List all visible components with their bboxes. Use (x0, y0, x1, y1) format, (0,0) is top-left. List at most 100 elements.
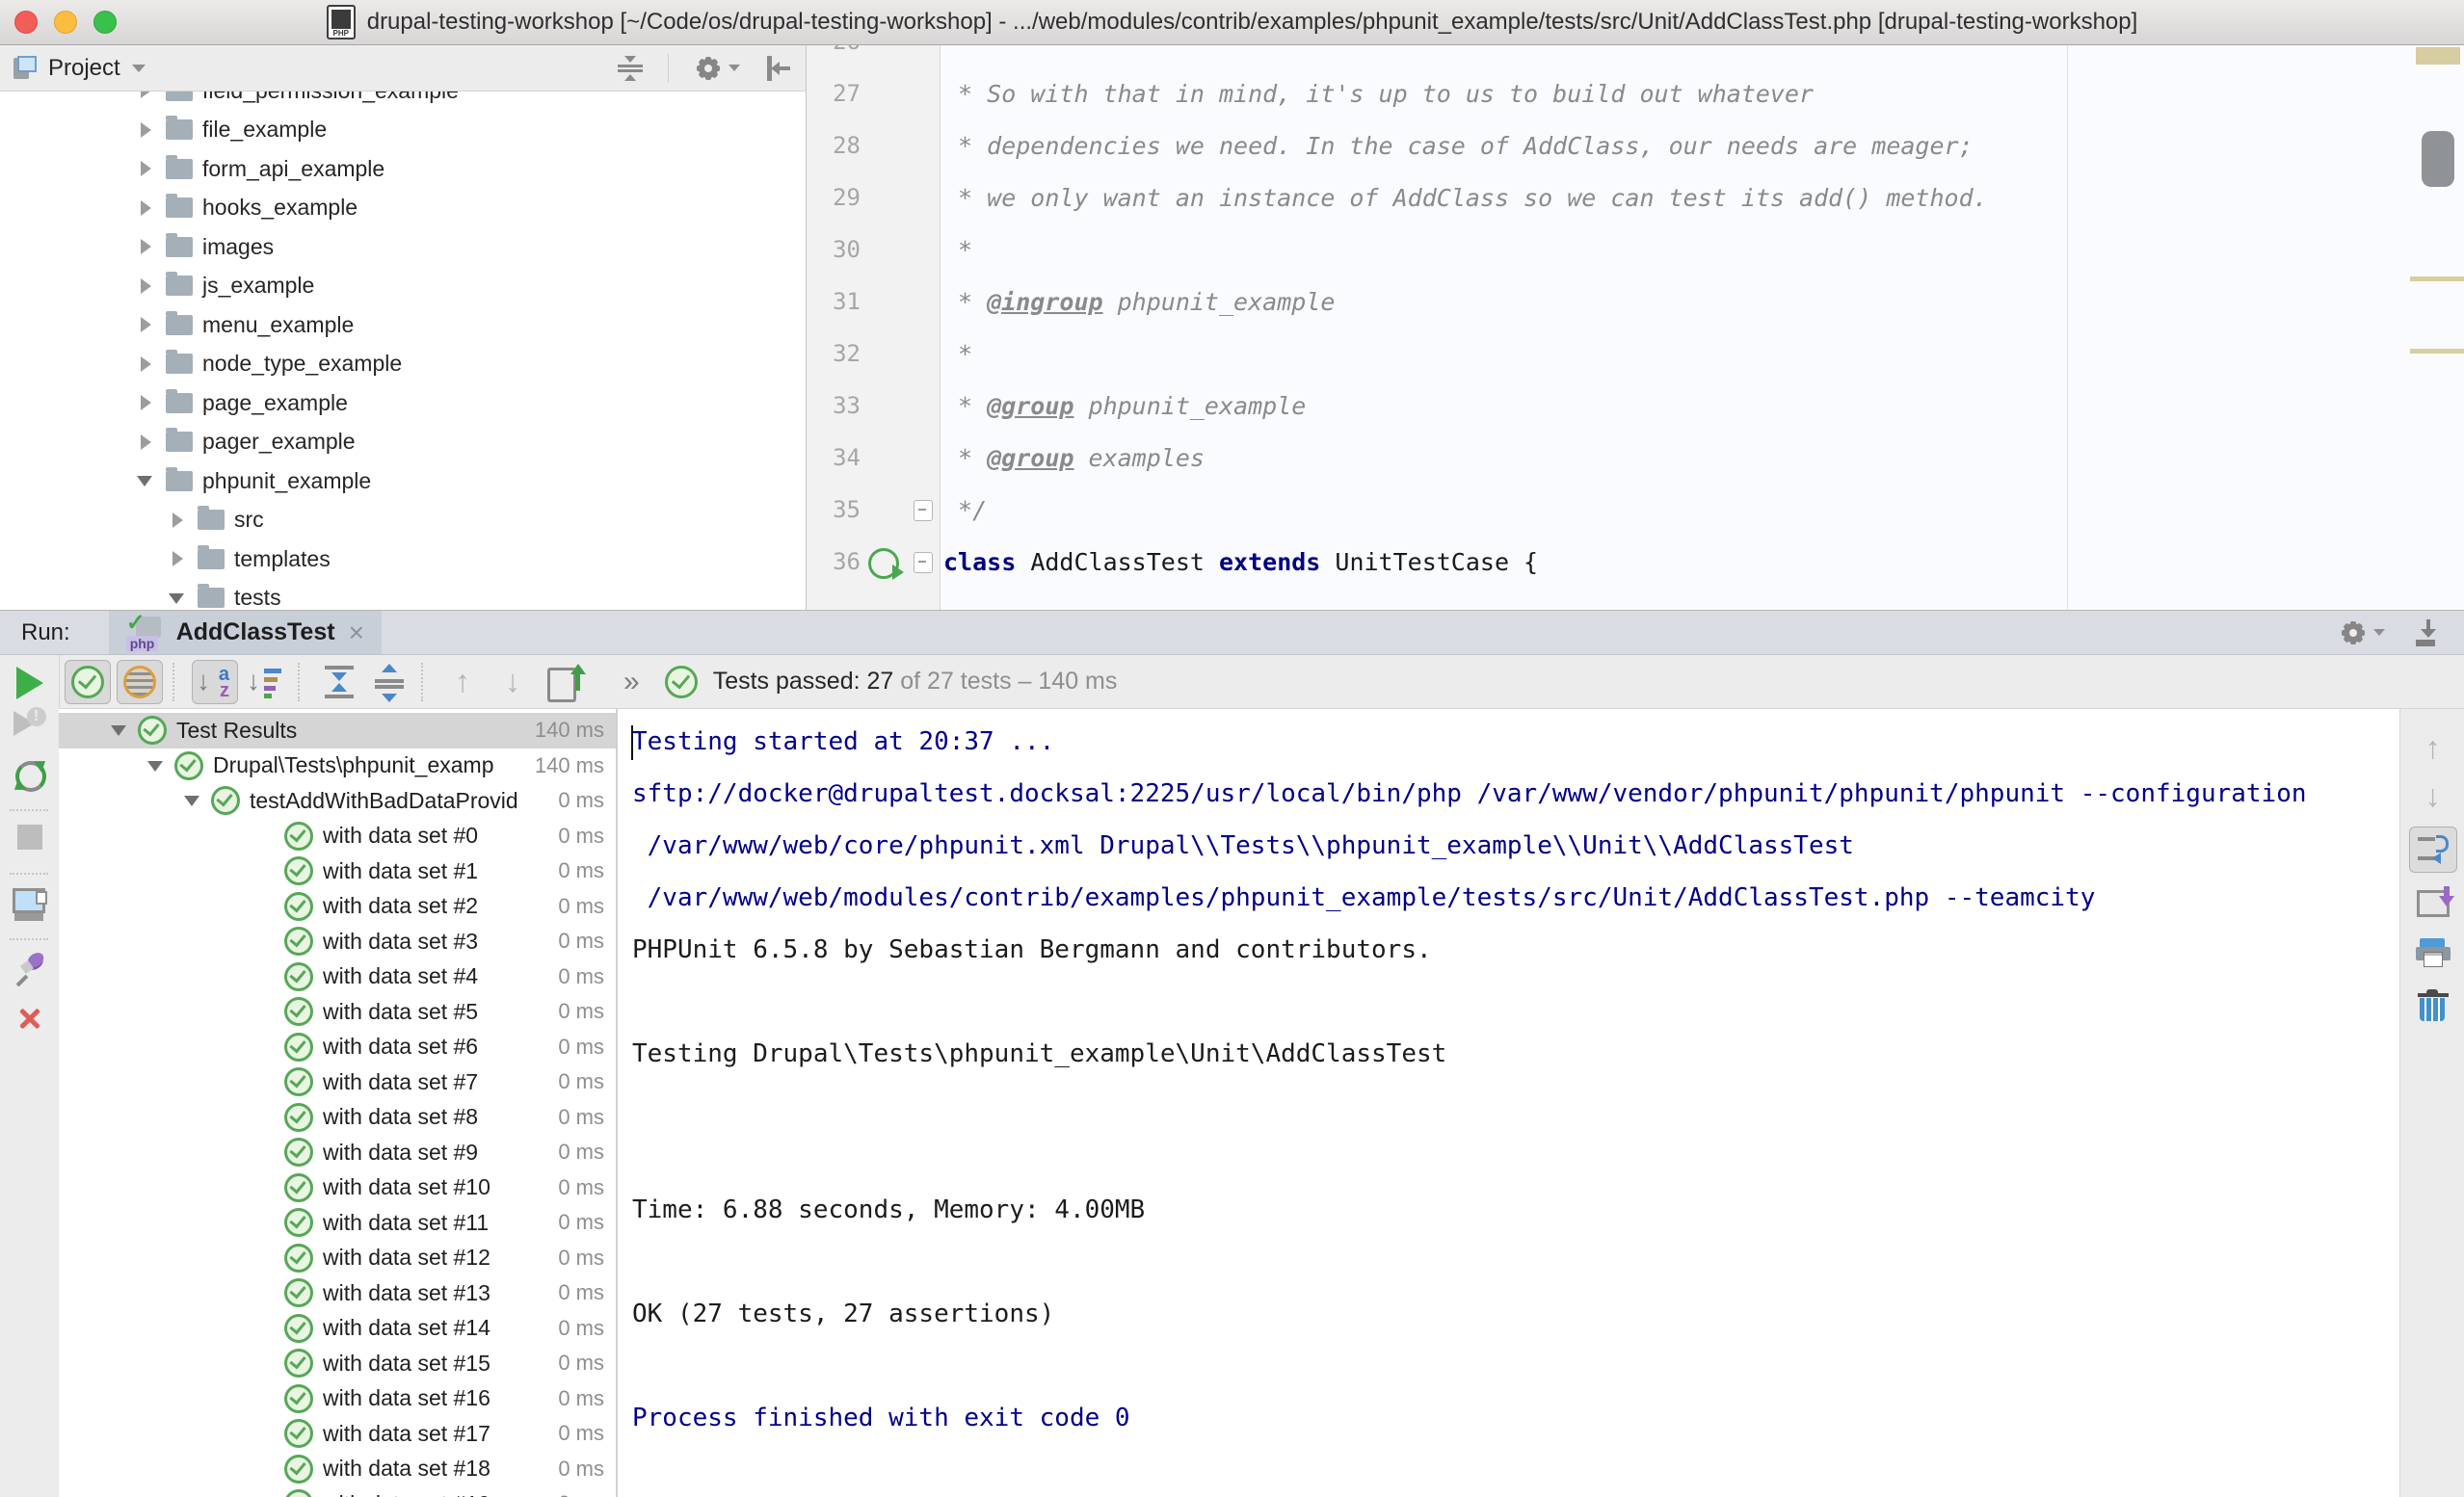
tree-arrow-icon[interactable] (167, 510, 188, 531)
tree-arrow-icon[interactable] (135, 119, 156, 141)
project-panel-header[interactable]: Project (0, 45, 806, 92)
rerun-button[interactable] (0, 667, 59, 699)
tree-arrow-icon[interactable] (135, 392, 156, 413)
test-passed-icon (174, 751, 203, 780)
test-duration: 0 ms (558, 964, 616, 989)
test-tree-row[interactable]: with data set #13 0 ms (59, 1275, 616, 1311)
zoom-window-button[interactable] (93, 11, 117, 34)
run-settings-button[interactable] (2339, 618, 2385, 647)
dock-pinned-button[interactable] (2414, 619, 2443, 646)
test-console-output[interactable]: Testing started at 20:37 ... sftp://dock… (616, 709, 2401, 1497)
close-tab-icon[interactable]: × (349, 617, 364, 648)
tree-arrow-icon[interactable] (109, 720, 130, 741)
tree-arrow-icon[interactable] (135, 158, 156, 179)
clear-all-button[interactable] (2400, 990, 2464, 1023)
project-tree[interactable]: field_permission_example file_example fo… (0, 92, 806, 610)
test-tree-row[interactable]: with data set #5 0 ms (59, 994, 616, 1030)
fold-marker-icon[interactable] (914, 552, 933, 573)
next-occurrence-button[interactable]: ↓ (2400, 778, 2464, 814)
hide-panel-button[interactable] (765, 56, 792, 81)
tree-arrow-icon[interactable] (135, 236, 156, 257)
test-tree-row[interactable]: with data set #16 0 ms (59, 1381, 616, 1417)
code-editor[interactable]: 26 27 * So with that in mind, it's up to… (807, 45, 2464, 610)
run-tab-addclasstest[interactable]: ✓ php AddClassTest × (109, 611, 382, 654)
project-tree-row[interactable]: phpunit_example (0, 461, 806, 501)
project-tree-row[interactable]: field_permission_example (0, 92, 806, 111)
show-ignored-button[interactable] (117, 660, 163, 704)
tree-arrow-icon[interactable] (135, 197, 156, 219)
test-tree-row[interactable]: with data set #4 0 ms (59, 959, 616, 995)
next-failed-test-button[interactable]: ↓ (490, 661, 535, 703)
prev-occurrence-button[interactable]: ↑ (2400, 730, 2464, 766)
project-tree-row[interactable]: file_example (0, 111, 806, 150)
more-actions-chevron[interactable]: » (623, 666, 640, 698)
toggle-auto-test-button[interactable] (0, 759, 59, 792)
project-tree-row[interactable]: page_example (0, 383, 806, 423)
project-tree-row[interactable]: menu_example (0, 305, 806, 345)
test-tree-row[interactable]: with data set #0 0 ms (59, 819, 616, 854)
test-tree-row[interactable]: with data set #2 0 ms (59, 889, 616, 925)
test-tree-row[interactable]: with data set #11 0 ms (59, 1205, 616, 1241)
minimize-window-button[interactable] (54, 11, 77, 34)
stop-button[interactable] (0, 825, 59, 850)
collapse-all-button[interactable] (367, 661, 411, 703)
run-test-gutter-icon[interactable] (868, 548, 899, 579)
test-tree-row[interactable]: with data set #7 0 ms (59, 1064, 616, 1100)
tree-arrow-icon[interactable] (182, 790, 203, 811)
test-tree-row[interactable]: with data set #9 0 ms (59, 1135, 616, 1170)
expand-all-button[interactable] (317, 661, 361, 703)
test-tree-row[interactable]: with data set #15 0 ms (59, 1346, 616, 1381)
test-tree-row[interactable]: with data set #17 0 ms (59, 1416, 616, 1452)
tree-arrow-icon[interactable] (167, 548, 188, 569)
sort-by-duration-button[interactable] (244, 661, 288, 703)
scroll-to-end-button[interactable] (2400, 886, 2464, 917)
show-statistics-button[interactable] (0, 888, 59, 921)
project-tree-row[interactable]: images (0, 227, 806, 267)
test-tree-row[interactable]: with data set #1 0 ms (59, 854, 616, 889)
tree-arrow-icon[interactable] (135, 276, 156, 297)
test-tree-row[interactable]: with data set #8 0 ms (59, 1100, 616, 1136)
project-tree-row[interactable]: node_type_example (0, 345, 806, 384)
tree-arrow-icon[interactable] (167, 588, 188, 609)
test-tree-row[interactable]: with data set #14 0 ms (59, 1311, 616, 1347)
close-run-panel-button[interactable] (0, 1004, 59, 1033)
test-tree-row[interactable]: testAddWithBadDataProvid 0 ms (59, 783, 616, 819)
previous-failed-test-button[interactable]: ↑ (440, 661, 485, 703)
fold-marker-icon[interactable] (914, 500, 933, 521)
tree-arrow-icon[interactable] (135, 92, 156, 101)
tree-arrow-icon[interactable] (135, 314, 156, 335)
test-tree-row[interactable]: with data set #6 0 ms (59, 1030, 616, 1065)
project-tree-row[interactable]: tests (0, 579, 806, 611)
test-tree-row[interactable]: Drupal\Tests\phpunit_examp 140 ms (59, 748, 616, 784)
test-tree-row[interactable]: with data set #19 0 ms (59, 1486, 616, 1497)
test-tree-row[interactable]: with data set #3 0 ms (59, 924, 616, 959)
tree-arrow-icon[interactable] (135, 470, 156, 491)
folder-icon (166, 92, 193, 101)
test-tree-row[interactable]: Test Results 140 ms (59, 713, 616, 748)
project-tree-row[interactable]: src (0, 501, 806, 540)
project-tree-row[interactable]: hooks_example (0, 189, 806, 228)
project-tree-row[interactable]: templates (0, 539, 806, 579)
project-settings-button[interactable] (694, 54, 740, 83)
rerun-failed-tests-button[interactable] (0, 709, 59, 738)
console-line (618, 1132, 2401, 1184)
test-tree-row[interactable]: with data set #10 0 ms (59, 1170, 616, 1206)
collapse-all-button[interactable] (618, 56, 643, 81)
tree-arrow-icon[interactable] (135, 432, 156, 453)
project-tree-row[interactable]: js_example (0, 267, 806, 306)
project-tree-row[interactable]: form_api_example (0, 149, 806, 189)
test-tree-row[interactable]: with data set #12 0 ms (59, 1241, 616, 1276)
soft-wrap-button[interactable] (2400, 827, 2464, 873)
tree-arrow-icon[interactable] (146, 755, 167, 776)
import-export-results-button[interactable] (541, 661, 585, 703)
print-button[interactable] (2400, 938, 2464, 969)
close-window-button[interactable] (14, 11, 38, 34)
pin-tab-button[interactable] (0, 952, 59, 985)
editor-scrollbar-thumb[interactable] (2422, 131, 2454, 187)
test-tree-row[interactable]: with data set #18 0 ms (59, 1452, 616, 1487)
show-passed-button[interactable] (65, 660, 111, 704)
test-results-tree[interactable]: Test Results 140 ms Drupal\Tests\phpunit… (59, 709, 616, 1497)
sort-alphabetically-button[interactable]: az (192, 660, 238, 704)
tree-arrow-icon[interactable] (135, 354, 156, 375)
project-tree-row[interactable]: pager_example (0, 423, 806, 462)
